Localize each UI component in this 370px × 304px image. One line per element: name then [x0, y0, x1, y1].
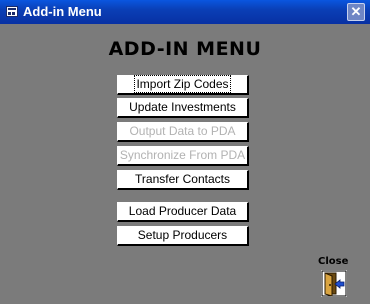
add-in-menu-window: Add-in Menu ✕ ADD-IN MENU Import Zip Cod…	[0, 0, 370, 304]
exit-door-icon	[321, 270, 347, 297]
close-label: Close	[318, 256, 349, 267]
close-button[interactable]	[321, 270, 347, 297]
button-label: Load Producer Data	[128, 204, 237, 218]
window-title: Add-in Menu	[23, 4, 102, 19]
button-label: Transfer Contacts	[135, 172, 230, 186]
setup-producers-button[interactable]: Setup Producers	[117, 226, 249, 246]
button-label: Import Zip Codes	[134, 75, 231, 93]
form-icon	[6, 6, 18, 17]
button-label: Synchronize From PDA	[119, 148, 246, 162]
button-label: Update Investments	[129, 100, 236, 114]
button-label: Setup Producers	[137, 228, 228, 242]
title-bar[interactable]: Add-in Menu ✕	[0, 0, 370, 24]
window-close-button[interactable]: ✕	[347, 3, 365, 21]
import-zip-codes-button[interactable]: Import Zip Codes	[117, 75, 249, 95]
load-producer-data-button[interactable]: Load Producer Data	[117, 202, 249, 222]
page-title: ADD-IN MENU	[108, 38, 262, 60]
button-label: Output Data to PDA	[129, 124, 236, 138]
synchronize-from-pda-button[interactable]: Synchronize From PDA	[117, 146, 249, 166]
output-data-to-pda-button[interactable]: Output Data to PDA	[117, 122, 249, 142]
transfer-contacts-button[interactable]: Transfer Contacts	[117, 170, 249, 190]
update-investments-button[interactable]: Update Investments	[117, 98, 249, 118]
